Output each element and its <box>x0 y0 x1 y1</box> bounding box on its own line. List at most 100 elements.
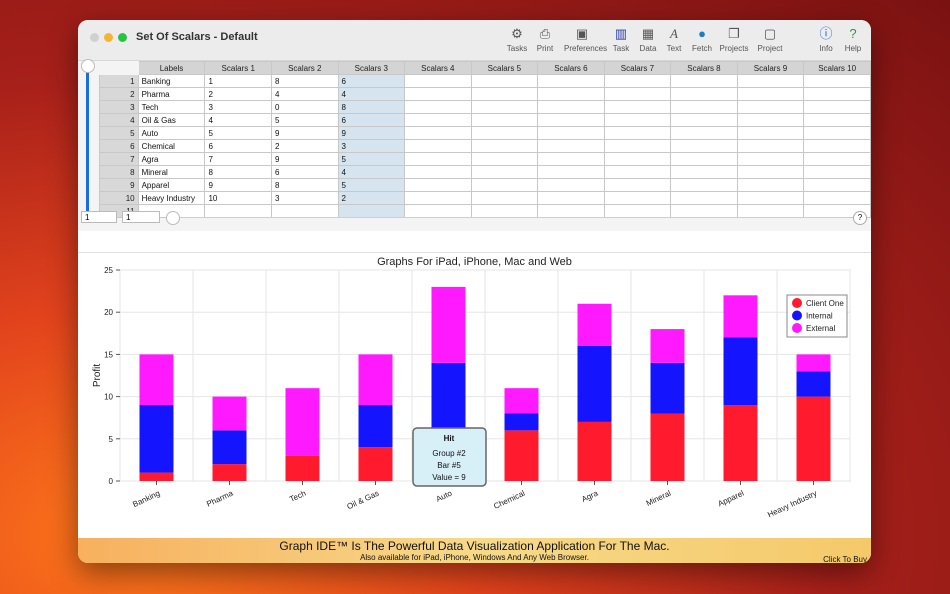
table-cell[interactable]: 9 <box>271 126 339 140</box>
table-cell[interactable] <box>736 139 805 153</box>
table-cell[interactable]: 1 <box>204 74 272 88</box>
table-cell[interactable] <box>803 165 871 179</box>
grid-handle[interactable] <box>81 59 95 73</box>
table-cell[interactable]: 8 <box>271 178 339 192</box>
row-number[interactable]: 4 <box>99 113 139 127</box>
table-row[interactable]: 2 Pharma 2 4 4 <box>99 87 871 101</box>
table-cell[interactable] <box>670 152 738 166</box>
table-cell[interactable] <box>470 139 539 153</box>
table-cell[interactable] <box>404 152 472 166</box>
slider-thumb[interactable] <box>166 211 180 225</box>
column-header[interactable]: Scalars 5 <box>470 61 539 75</box>
row-number[interactable]: 3 <box>99 100 139 114</box>
table-cell[interactable]: Chemical <box>137 139 206 153</box>
table-cell[interactable] <box>670 191 738 205</box>
table-cell[interactable]: 5 <box>337 152 406 166</box>
table-cell[interactable] <box>470 100 539 114</box>
promo-banner[interactable]: Graph IDE™ Is The Powerful Data Visualiz… <box>78 538 871 563</box>
column-header[interactable]: Scalars 2 <box>271 61 339 75</box>
row-field[interactable]: 1 <box>81 211 117 223</box>
table-cell[interactable] <box>736 100 805 114</box>
table-cell[interactable] <box>670 139 738 153</box>
table-cell[interactable] <box>337 204 406 218</box>
toolbar-project[interactable]: ▢ Project <box>752 26 788 53</box>
table-row[interactable]: 4 Oil & Gas 4 5 6 <box>99 113 871 127</box>
table-cell[interactable]: 6 <box>337 113 406 127</box>
table-cell[interactable] <box>736 87 805 101</box>
minimize-button[interactable] <box>104 33 113 42</box>
table-cell[interactable] <box>404 87 472 101</box>
table-cell[interactable]: 5 <box>204 126 272 140</box>
data-table[interactable]: Labels Scalars 1 Scalars 2 Scalars 3 Sca… <box>99 61 871 218</box>
table-cell[interactable] <box>803 139 871 153</box>
table-cell[interactable] <box>670 74 738 88</box>
table-cell[interactable] <box>603 204 672 218</box>
column-header[interactable]: Scalars 6 <box>537 61 605 75</box>
table-cell[interactable] <box>670 204 738 218</box>
table-cell[interactable] <box>603 139 672 153</box>
table-cell[interactable] <box>670 178 738 192</box>
table-cell[interactable] <box>670 165 738 179</box>
table-cell[interactable]: 4 <box>337 87 406 101</box>
table-cell[interactable]: 8 <box>204 165 272 179</box>
table-cell[interactable] <box>603 126 672 140</box>
table-cell[interactable] <box>404 191 472 205</box>
table-cell[interactable] <box>470 165 539 179</box>
table-cell[interactable]: 10 <box>204 191 272 205</box>
table-cell[interactable]: 9 <box>271 152 339 166</box>
help-button[interactable]: ? <box>853 211 867 225</box>
table-cell[interactable]: Tech <box>137 100 206 114</box>
table-cell[interactable] <box>803 126 871 140</box>
table-cell[interactable]: 4 <box>337 165 406 179</box>
table-cell[interactable]: 7 <box>204 152 272 166</box>
table-cell[interactable] <box>736 178 805 192</box>
column-header[interactable]: Scalars 7 <box>603 61 672 75</box>
row-number[interactable]: 8 <box>99 165 139 179</box>
table-cell[interactable]: 3 <box>204 100 272 114</box>
table-cell[interactable] <box>537 204 605 218</box>
table-cell[interactable] <box>470 178 539 192</box>
table-row[interactable]: 6 Chemical 6 2 3 <box>99 139 871 153</box>
table-cell[interactable]: 5 <box>271 113 339 127</box>
table-cell[interactable] <box>803 74 871 88</box>
row-number[interactable]: 9 <box>99 178 139 192</box>
table-cell[interactable] <box>736 126 805 140</box>
table-cell[interactable] <box>537 191 605 205</box>
table-cell[interactable]: Agra <box>137 152 206 166</box>
toolbar-projects[interactable]: ❐ Projects <box>716 26 752 53</box>
buy-link[interactable]: Click To Buy <box>823 555 867 563</box>
toolbar-print[interactable]: ⎙ Print <box>527 26 563 53</box>
table-cell[interactable]: 9 <box>204 178 272 192</box>
table-cell[interactable] <box>404 204 472 218</box>
table-cell[interactable] <box>603 191 672 205</box>
table-cell[interactable] <box>603 165 672 179</box>
table-cell[interactable] <box>803 100 871 114</box>
table-cell[interactable]: Auto <box>137 126 206 140</box>
table-cell[interactable]: 6 <box>204 139 272 153</box>
column-header[interactable]: Labels <box>137 61 206 75</box>
table-cell[interactable] <box>537 87 605 101</box>
row-number[interactable]: 10 <box>99 191 139 205</box>
table-cell[interactable] <box>271 204 339 218</box>
table-cell[interactable] <box>670 126 738 140</box>
column-header[interactable]: Scalars 9 <box>736 61 805 75</box>
table-cell[interactable]: Mineral <box>137 165 206 179</box>
table-cell[interactable] <box>803 178 871 192</box>
slider-track[interactable] <box>170 217 850 218</box>
column-header[interactable]: Scalars 4 <box>404 61 472 75</box>
table-row[interactable]: 11 <box>99 204 871 218</box>
table-cell[interactable] <box>470 126 539 140</box>
row-number[interactable]: 2 <box>99 87 139 101</box>
table-cell[interactable] <box>470 74 539 88</box>
table-cell[interactable]: 2 <box>271 139 339 153</box>
table-cell[interactable]: Pharma <box>137 87 206 101</box>
table-row[interactable]: 5 Auto 5 9 9 <box>99 126 871 140</box>
table-cell[interactable] <box>470 152 539 166</box>
table-cell[interactable] <box>470 113 539 127</box>
table-cell[interactable]: 4 <box>204 113 272 127</box>
table-cell[interactable] <box>603 113 672 127</box>
column-header[interactable]: Scalars 1 <box>204 61 272 75</box>
table-cell[interactable] <box>404 113 472 127</box>
table-cell[interactable]: 3 <box>337 139 406 153</box>
table-row[interactable]: 3 Tech 3 0 8 <box>99 100 871 114</box>
